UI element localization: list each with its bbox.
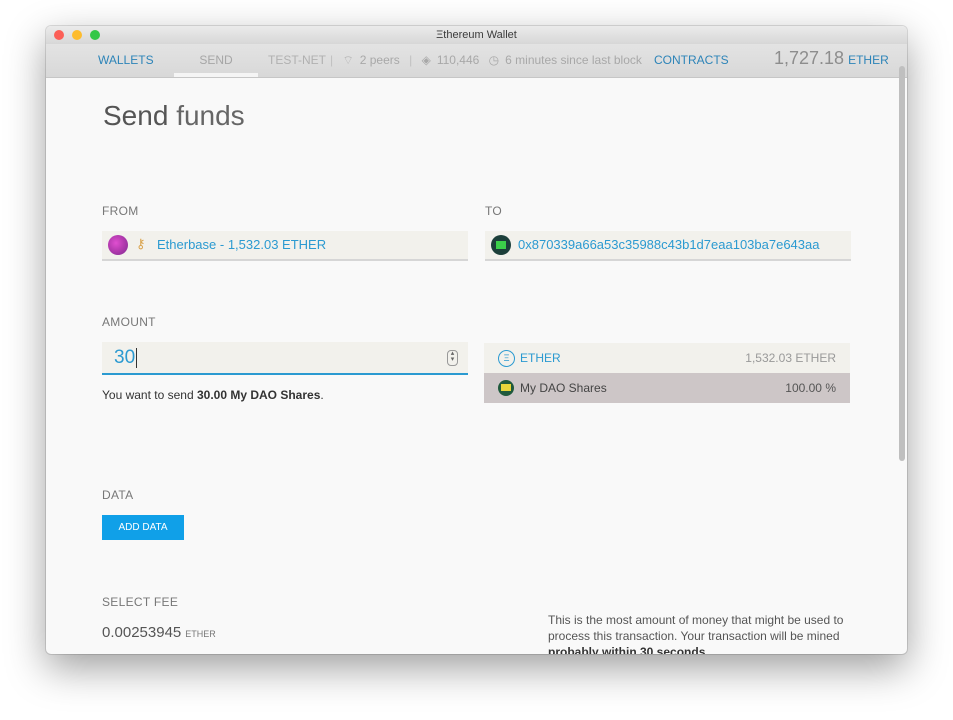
summary-prefix: You want to send: [102, 388, 197, 402]
peers-icon: ⌔: [342, 53, 354, 67]
page-title-light: funds: [176, 100, 245, 131]
maximize-window-button[interactable]: [90, 30, 100, 40]
amount-input[interactable]: 30 ▴ ▾: [102, 342, 468, 375]
amount-label: AMOUNT: [102, 315, 156, 329]
scrollbar[interactable]: [899, 66, 905, 461]
amount-value-wrapper: 30: [114, 342, 138, 373]
network-label: TEST-NET: [268, 53, 327, 67]
amount-summary: You want to send 30.00 My DAO Shares.: [102, 388, 324, 402]
nav-send[interactable]: SEND: [174, 53, 258, 67]
total-balance: 1,727.18 ETHER: [774, 48, 889, 69]
fee-value: 0.00253945 ETHER: [102, 624, 216, 641]
address-identicon-icon: [491, 235, 511, 255]
summary-amount: 30.00 My DAO Shares: [196, 388, 321, 402]
from-account-select[interactable]: ⚷ Etherbase - 1,532.03 ETHER: [102, 231, 468, 261]
close-window-button[interactable]: [54, 30, 64, 40]
balance-unit: ETHER: [848, 53, 889, 67]
fee-amount: 0.00253945: [102, 624, 182, 641]
page-title-bold: Send: [103, 100, 169, 131]
to-address-value: 0x870339a66a53c35988c43b1d7eaa103ba7e643…: [518, 237, 820, 252]
clock-icon: ◷: [488, 53, 500, 67]
token-option-dao-shares[interactable]: My DAO Shares 100.00 %: [484, 373, 850, 403]
to-address-input[interactable]: 0x870339a66a53c35988c43b1d7eaa103ba7e643…: [485, 231, 851, 261]
key-icon: ⚷: [136, 236, 146, 251]
top-nav: WALLETS SEND TEST-NET | ⌔ 2 peers | ◈ 110,…: [46, 44, 907, 78]
fee-note-text: This is the most amount of money that mi…: [548, 613, 844, 643]
from-label: FROM: [102, 204, 139, 218]
blocks-icon: ◈: [421, 53, 431, 67]
network-status: | ⌔ 2 peers | ◈ 110,446 ◷ 6 minutes since l…: [330, 53, 648, 68]
token-option-ether[interactable]: Ξ ETHER 1,532.03 ETHER: [484, 343, 850, 373]
text-cursor: [136, 347, 138, 368]
title-bar: Ξthereum Wallet: [46, 26, 907, 44]
fee-unit: ETHER: [185, 629, 216, 639]
token-name: My DAO Shares: [520, 381, 607, 395]
last-block-time: 6 minutes since last block: [505, 53, 642, 67]
token-amount: 1,532.03 ETHER: [745, 351, 836, 365]
from-account-value: Etherbase - 1,532.03 ETHER: [157, 237, 327, 252]
token-name: ETHER: [520, 351, 561, 365]
separator: |: [409, 53, 413, 67]
nav-wallets[interactable]: WALLETS: [98, 53, 154, 67]
page-title: Send funds: [103, 100, 245, 132]
block-number: 110,446: [436, 53, 480, 67]
amount-stepper[interactable]: ▴ ▾: [447, 350, 458, 366]
select-fee-label: SELECT FEE: [102, 595, 179, 609]
nav-contracts[interactable]: CONTRACTS: [654, 53, 729, 67]
peers-count: 2 peers: [359, 53, 400, 67]
separator: |: [330, 53, 334, 67]
amount-value: 30: [114, 347, 136, 368]
ether-icon: Ξ: [498, 350, 515, 367]
dao-token-icon: [498, 380, 514, 396]
data-label: DATA: [102, 488, 134, 502]
fee-note-bold: probably within 30 seconds: [548, 645, 706, 654]
summary-suffix: .: [320, 388, 324, 402]
window-title: Ξthereum Wallet: [436, 29, 517, 41]
fee-note: This is the most amount of money that mi…: [548, 612, 858, 654]
to-label: TO: [485, 204, 503, 218]
minimize-window-button[interactable]: [72, 30, 82, 40]
active-tab-indicator: [174, 73, 258, 77]
app-window: Ξthereum Wallet WALLETS SEND TEST-NET | …: [46, 26, 907, 654]
account-identicon-icon: [108, 235, 128, 255]
balance-amount: 1,727.18: [774, 48, 845, 68]
add-data-button[interactable]: ADD DATA: [102, 515, 184, 540]
token-amount: 100.00 %: [785, 381, 836, 395]
